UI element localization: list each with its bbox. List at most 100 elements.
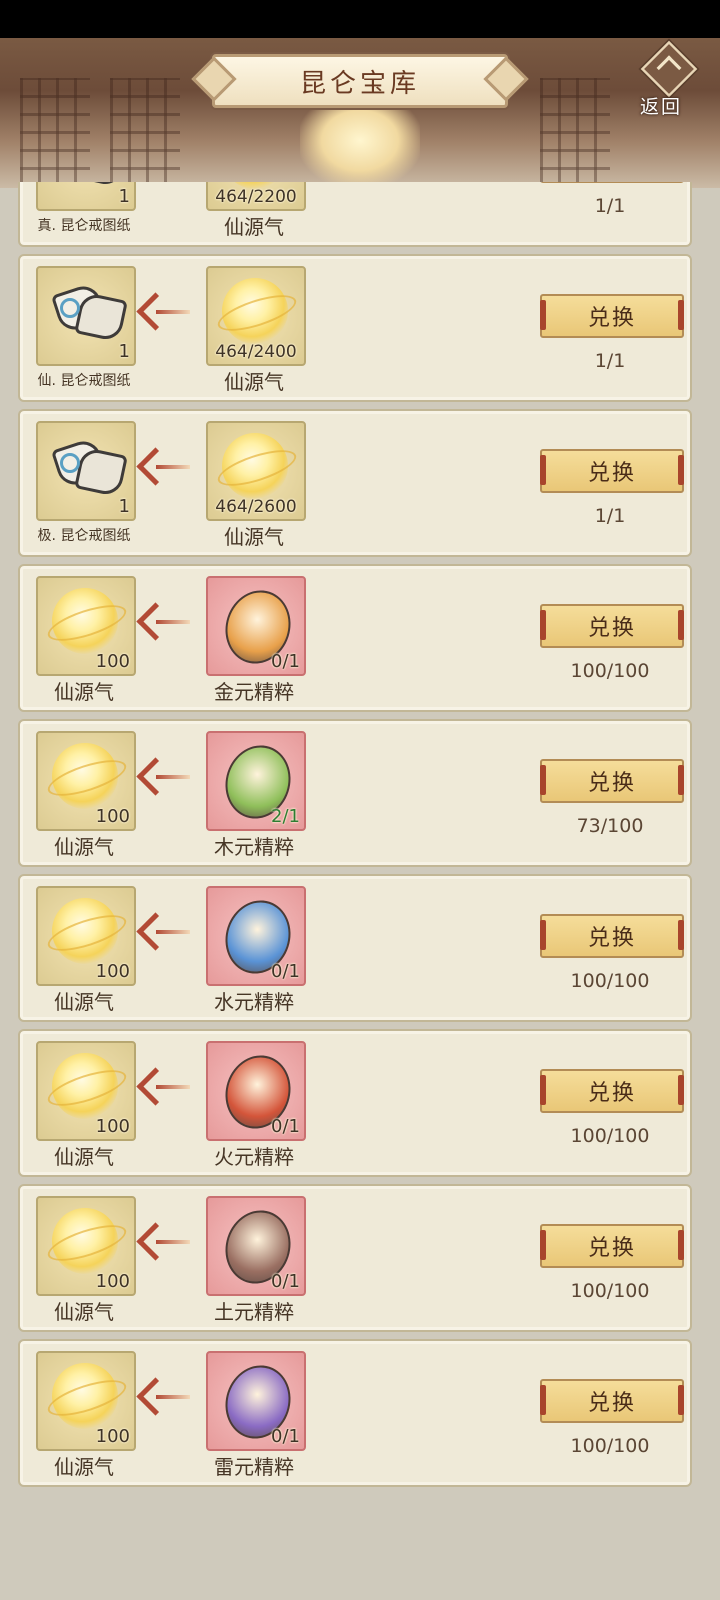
- immortal-qi-orb-icon: [52, 898, 118, 964]
- lattice-door-decoration: [540, 78, 610, 188]
- exchange-button[interactable]: 兑换: [540, 604, 684, 648]
- exchange-list[interactable]: 1 真. 昆仑戒图纸 464/2200 仙源气 兑换 1/1 1 仙. 昆仑戒图…: [0, 182, 720, 1600]
- reward-name: 仙源气: [54, 835, 114, 859]
- exchange-limit: 100/100: [570, 1125, 650, 1147]
- exchange-button[interactable]: 兑换: [540, 914, 684, 958]
- cost-count: 0/1: [271, 651, 300, 672]
- exchange-limit: 100/100: [570, 1280, 650, 1302]
- reward-item-slot[interactable]: 100: [36, 1041, 136, 1141]
- immortal-qi-orb-icon: [52, 743, 118, 809]
- cost-name: 木元精粹: [214, 835, 294, 859]
- cost-name: 水元精粹: [214, 990, 294, 1014]
- exchange-row: 100 仙源气 0/1 水元精粹 兑换 100/100: [18, 874, 692, 1022]
- cost-count: 464/2200: [215, 187, 297, 207]
- reward-item-slot[interactable]: 1: [36, 266, 136, 366]
- lattice-door-decoration: [20, 78, 90, 188]
- exchange-arrow-icon: [142, 449, 192, 485]
- exchange-arrow-icon: [142, 1069, 192, 1105]
- reward-name: 仙源气: [54, 1455, 114, 1479]
- reward-name: 仙源气: [54, 680, 114, 704]
- reward-name: 仙源气: [54, 990, 114, 1014]
- reward-item-slot[interactable]: 100: [36, 731, 136, 831]
- blueprint-scroll-icon: [50, 182, 128, 189]
- cost-count: 464/2600: [215, 497, 297, 517]
- reward-count: 1: [118, 341, 130, 362]
- cost-item-slot[interactable]: 464/2400: [206, 266, 306, 366]
- exchange-limit: 73/100: [576, 815, 644, 837]
- exchange-arrow-icon: [142, 1379, 192, 1415]
- immortal-qi-orb-icon: [52, 588, 118, 654]
- reward-name: 仙源气: [54, 1300, 114, 1324]
- exchange-button[interactable]: 兑换: [540, 182, 684, 183]
- reward-count: 100: [95, 806, 130, 827]
- cost-item-slot[interactable]: 0/1: [206, 1196, 306, 1296]
- cost-count: 0/1: [271, 961, 300, 982]
- exchange-limit: 100/100: [570, 970, 650, 992]
- back-button[interactable]: 返回: [636, 40, 702, 119]
- exchange-arrow-icon: [142, 604, 192, 640]
- cost-item-slot[interactable]: 2/1: [206, 731, 306, 831]
- immortal-qi-orb-icon: [52, 1363, 118, 1429]
- cost-count: 464/2400: [215, 342, 297, 362]
- immortal-qi-orb-icon: [52, 1208, 118, 1274]
- cost-item-slot[interactable]: 464/2200: [206, 182, 306, 211]
- reward-item-slot[interactable]: 100: [36, 886, 136, 986]
- cost-count: 2/1: [271, 806, 300, 827]
- exchange-arrow-icon: [142, 759, 192, 795]
- exchange-limit: 1/1: [594, 350, 626, 372]
- cost-name: 火元精粹: [214, 1145, 294, 1169]
- cost-item-slot[interactable]: 0/1: [206, 886, 306, 986]
- reward-count: 100: [95, 1271, 130, 1292]
- reward-count: 100: [95, 1116, 130, 1137]
- exchange-arrow-icon: [142, 294, 192, 330]
- page-title: 昆仑宝库: [299, 68, 420, 99]
- cost-name: 土元精粹: [214, 1300, 294, 1324]
- status-bar: [0, 0, 720, 38]
- back-label[interactable]: 返回: [640, 92, 682, 119]
- exchange-button[interactable]: 兑换: [540, 1069, 684, 1113]
- reward-item-slot[interactable]: 1: [36, 421, 136, 521]
- reward-item-slot[interactable]: 1: [36, 182, 136, 211]
- reward-count: 1: [118, 186, 130, 207]
- immortal-qi-orb-icon: [222, 278, 288, 344]
- reward-name: 仙源气: [54, 1145, 114, 1169]
- reward-name: 真. 昆仑戒图纸: [37, 218, 131, 234]
- page-title-plate: 昆仑宝库: [212, 54, 508, 108]
- reward-count: 1: [118, 496, 130, 517]
- exchange-limit: 100/100: [570, 660, 650, 682]
- exchange-button[interactable]: 兑换: [540, 759, 684, 803]
- exchange-limit: 1/1: [594, 195, 626, 217]
- cost-item-slot[interactable]: 464/2600: [206, 421, 306, 521]
- reward-item-slot[interactable]: 100: [36, 1196, 136, 1296]
- exchange-row: 100 仙源气 2/1 木元精粹 兑换 73/100: [18, 719, 692, 867]
- cost-name: 仙源气: [224, 215, 284, 239]
- immortal-qi-orb-icon: [52, 1053, 118, 1119]
- exchange-button[interactable]: 兑换: [540, 449, 684, 493]
- cost-count: 0/1: [271, 1426, 300, 1447]
- reward-name: 极. 昆仑戒图纸: [37, 528, 131, 544]
- exchange-button[interactable]: 兑换: [540, 1379, 684, 1423]
- cost-item-slot[interactable]: 0/1: [206, 1351, 306, 1451]
- blueprint-scroll-icon: [50, 281, 128, 344]
- exchange-row: 100 仙源气 0/1 土元精粹 兑换 100/100: [18, 1184, 692, 1332]
- exchange-row: 100 仙源气 0/1 雷元精粹 兑换 100/100: [18, 1339, 692, 1487]
- back-icon[interactable]: [640, 40, 698, 98]
- reward-item-slot[interactable]: 100: [36, 1351, 136, 1451]
- immortal-qi-orb-icon: [222, 433, 288, 499]
- exchange-row: 1 真. 昆仑戒图纸 464/2200 仙源气 兑换 1/1: [18, 182, 692, 247]
- reward-count: 100: [95, 651, 130, 672]
- reward-item-slot[interactable]: 100: [36, 576, 136, 676]
- blueprint-scroll-icon: [50, 436, 128, 499]
- cost-item-slot[interactable]: 0/1: [206, 1041, 306, 1141]
- exchange-button[interactable]: 兑换: [540, 1224, 684, 1268]
- cost-item-slot[interactable]: 0/1: [206, 576, 306, 676]
- cost-count: 0/1: [271, 1271, 300, 1292]
- reward-count: 100: [95, 961, 130, 982]
- cost-name: 仙源气: [224, 525, 284, 549]
- exchange-arrow-icon: [142, 1224, 192, 1260]
- exchange-row: 100 仙源气 0/1 火元精粹 兑换 100/100: [18, 1029, 692, 1177]
- reward-name: 仙. 昆仑戒图纸: [37, 373, 131, 389]
- cost-name: 仙源气: [224, 370, 284, 394]
- exchange-button[interactable]: 兑换: [540, 294, 684, 338]
- reward-count: 100: [95, 1426, 130, 1447]
